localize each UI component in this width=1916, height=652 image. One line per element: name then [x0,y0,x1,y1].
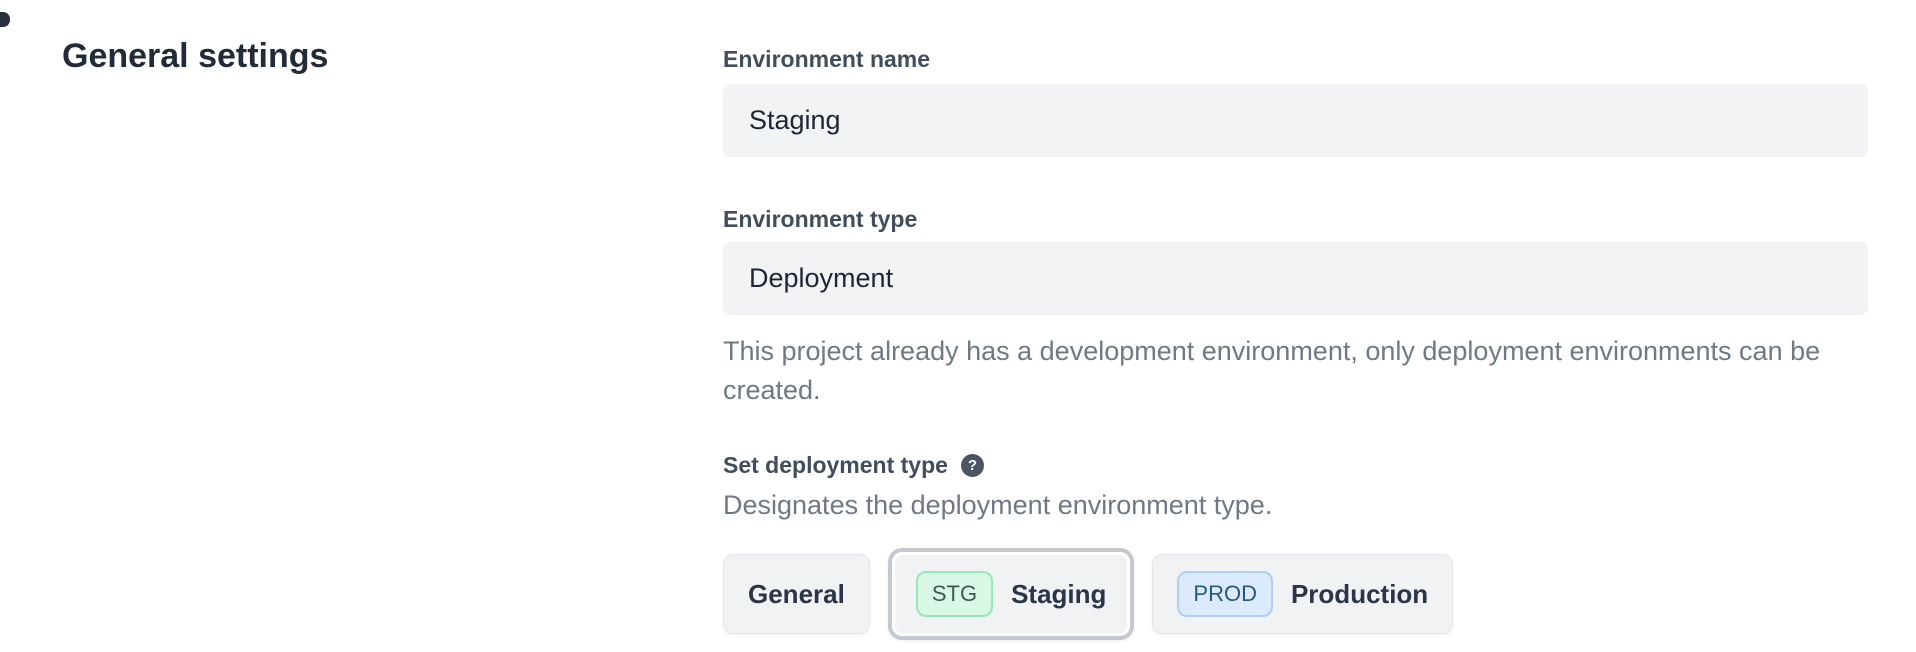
option-general-label: General [748,579,845,610]
helper-text-line-1: This project already has a development e… [723,332,1868,371]
general-settings-page: General settings Environment name Enviro… [0,0,1916,652]
page-title: General settings [62,36,328,76]
stg-badge: STG [916,571,993,617]
environment-type-input[interactable] [723,242,1868,315]
helper-text-line-2: created. [723,371,1868,410]
option-production-label: Production [1291,579,1428,610]
environment-type-helper-text: This project already has a development e… [723,332,1868,410]
clipped-edge-element [0,12,10,27]
set-deployment-type-row: Set deployment type ? [723,450,1868,480]
deployment-type-options: General STG Staging PROD Production [723,548,1868,640]
prod-badge: PROD [1177,571,1273,617]
environment-settings-form: Environment name Environment type This p… [723,44,1868,640]
option-staging-label: Staging [1011,579,1106,610]
help-icon[interactable]: ? [961,454,984,477]
set-deployment-type-label: Set deployment type [723,450,948,480]
deployment-type-option-general[interactable]: General [723,554,870,634]
environment-type-label: Environment type [723,204,1868,234]
environment-name-label: Environment name [723,44,1868,74]
environment-name-input[interactable] [723,84,1868,157]
deployment-type-description: Designates the deployment environment ty… [723,486,1868,524]
deployment-type-option-production[interactable]: PROD Production [1152,554,1453,634]
deployment-type-option-staging[interactable]: STG Staging [888,548,1135,640]
